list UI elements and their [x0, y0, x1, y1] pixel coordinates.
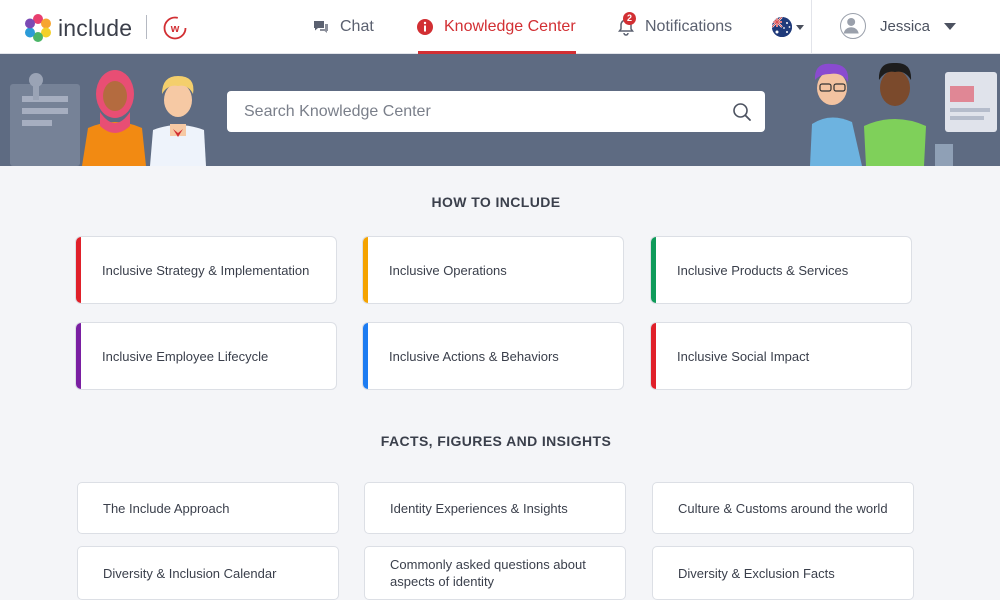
category-card[interactable]: Inclusive Employee Lifecycle — [75, 322, 337, 390]
facts-card[interactable]: Diversity & Exclusion Facts — [652, 546, 914, 600]
chevron-down-icon — [796, 24, 804, 30]
facts-card[interactable]: Identity Experiences & Insights — [364, 482, 626, 534]
partner-logo-icon[interactable]: w — [163, 16, 187, 40]
card-accent — [76, 237, 81, 303]
nav-knowledge-center[interactable]: Knowledge Center — [416, 0, 576, 54]
nav-notifications-label: Notifications — [645, 18, 733, 35]
chat-icon — [314, 21, 328, 33]
notifications-count-badge: 2 — [623, 12, 636, 25]
facts-card-label: Diversity & Exclusion Facts — [678, 565, 835, 581]
facts-card[interactable]: Diversity & Inclusion Calendar — [77, 546, 339, 600]
nav-chat[interactable]: Chat — [312, 0, 374, 54]
language-selector[interactable] — [772, 17, 804, 37]
card-accent — [76, 323, 81, 389]
category-card-label: Inclusive Social Impact — [677, 348, 810, 364]
category-card-label: Inclusive Strategy & Implementation — [102, 262, 310, 278]
facts-heading: FACTS, FIGURES AND INSIGHTS — [380, 433, 612, 449]
category-card[interactable]: Inclusive Actions & Behaviors — [362, 322, 624, 390]
category-card-label: Inclusive Employee Lifecycle — [102, 348, 269, 364]
nav-chat-label: Chat — [340, 18, 374, 35]
card-accent — [651, 323, 656, 389]
how-to-include-heading: HOW TO INCLUDE — [431, 194, 561, 210]
facts-card-label: The Include Approach — [103, 500, 230, 516]
user-name: Jessica — [880, 17, 931, 35]
facts-card[interactable]: Commonly asked questions about aspects o… — [364, 546, 626, 600]
user-menu[interactable]: Jessica — [840, 13, 957, 39]
caret-down-icon — [944, 22, 957, 30]
card-accent — [363, 323, 368, 389]
include-logo[interactable]: include — [22, 12, 132, 44]
search-input[interactable]: Search Knowledge Center — [244, 103, 731, 121]
header-divider — [811, 0, 812, 54]
search-icon[interactable] — [731, 101, 753, 123]
facts-card-label: Commonly asked questions about aspects o… — [390, 557, 586, 589]
logo-text: include — [58, 14, 133, 41]
hero-banner: Search Knowledge Center — [0, 54, 1000, 166]
category-card[interactable]: Inclusive Operations — [362, 236, 624, 304]
info-icon — [417, 19, 433, 35]
category-card-label: Inclusive Operations — [389, 262, 507, 278]
facts-card-label: Diversity & Inclusion Calendar — [103, 565, 277, 581]
logo-divider — [146, 15, 147, 39]
include-logo-icon — [25, 14, 51, 42]
category-card[interactable]: Inclusive Products & Services — [650, 236, 912, 304]
search-bar[interactable]: Search Knowledge Center — [227, 91, 765, 132]
top-navigation-bar: include w Chat Knowledge Center 2 Notifi… — [0, 0, 1000, 54]
category-card-label: Inclusive Products & Services — [677, 262, 849, 278]
nav-notifications[interactable]: 2 Notifications — [617, 0, 732, 54]
facts-card-label: Identity Experiences & Insights — [390, 500, 568, 516]
category-card[interactable]: Inclusive Strategy & Implementation — [75, 236, 337, 304]
facts-card-label: Culture & Customs around the world — [678, 500, 888, 516]
category-card-label: Inclusive Actions & Behaviors — [389, 348, 559, 364]
card-accent — [651, 237, 656, 303]
nav-knowledge-center-label: Knowledge Center — [444, 18, 576, 35]
bell-icon: 2 — [617, 12, 636, 36]
facts-card[interactable]: Culture & Customs around the world — [652, 482, 914, 534]
category-card[interactable]: Inclusive Social Impact — [650, 322, 912, 390]
australia-flag-icon — [772, 17, 792, 37]
user-avatar-icon — [840, 13, 866, 39]
facts-card[interactable]: The Include Approach — [77, 482, 339, 534]
svg-text:w: w — [170, 23, 180, 35]
card-accent — [363, 237, 368, 303]
